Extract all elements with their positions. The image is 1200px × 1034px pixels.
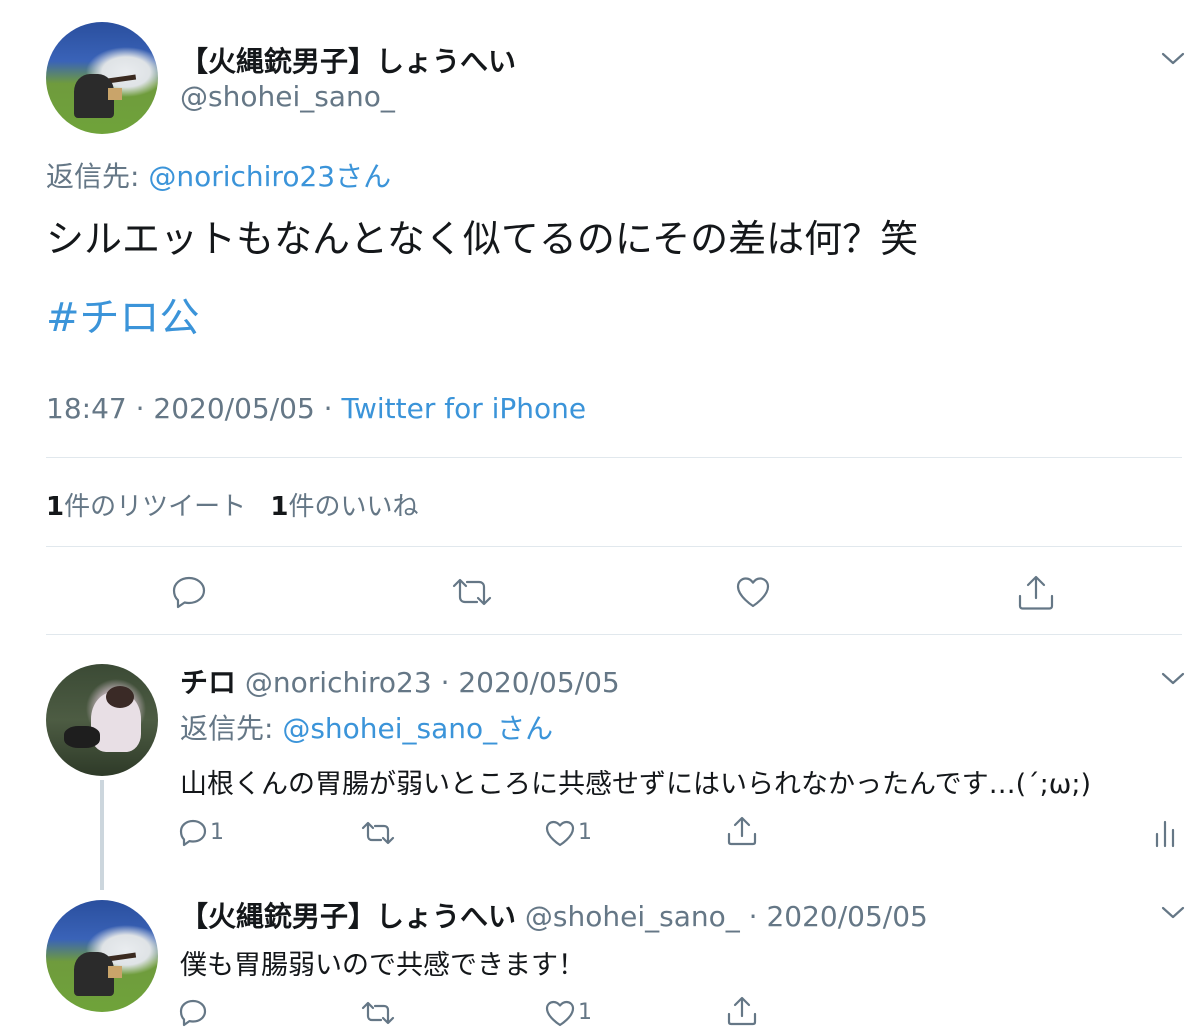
retweet-icon[interactable] (360, 998, 396, 1028)
reply-text: 僕も胃腸弱いので共感できます！ (180, 950, 585, 981)
retweet-icon[interactable] (360, 818, 396, 848)
reply-to-prefix: 返信先: (180, 712, 283, 745)
retweet-icon[interactable] (450, 574, 494, 610)
reply-display-name[interactable]: チロ (180, 666, 236, 699)
author-handle[interactable]: @shohei_sano_ (180, 80, 395, 113)
retweet-stat[interactable]: 1件のリツイート (46, 492, 254, 522)
divider (46, 457, 1182, 458)
reply-to-prefix: 返信先: (46, 160, 149, 193)
chevron-down-icon[interactable] (1160, 50, 1186, 68)
reply-icon[interactable] (178, 998, 208, 1028)
reply-to-line: 返信先: @shohei_sano_さん (180, 707, 553, 747)
like-label: 件のいいね (288, 492, 419, 522)
hashtag-link[interactable]: #チロ公 (46, 285, 200, 343)
tweet-text: シルエットもなんとなく似てるのにその差は何？笑 (46, 217, 919, 261)
like-stat[interactable]: 1件のいいね (270, 492, 418, 522)
like-icon[interactable] (544, 818, 576, 848)
share-icon[interactable] (726, 816, 758, 848)
like-icon[interactable] (734, 574, 772, 610)
like-icon[interactable] (544, 998, 576, 1028)
engagement-stats: 1件のリツイート 1件のいいね (46, 486, 418, 523)
reply-handle-date[interactable]: @shohei_sano_ · 2020/05/05 (525, 900, 928, 933)
retweet-label: 件のリツイート (64, 492, 247, 522)
divider (46, 546, 1182, 547)
chevron-down-icon[interactable] (1160, 670, 1186, 688)
reply-icon[interactable] (178, 818, 208, 848)
author-avatar[interactable] (46, 22, 158, 134)
reply-author-avatar[interactable] (46, 664, 158, 776)
reply-header: 【火縄銃男子】しょうへい @shohei_sano_ · 2020/05/05 (180, 895, 928, 935)
chevron-down-icon[interactable] (1160, 904, 1186, 922)
divider (46, 634, 1182, 635)
reply-count: 1 (210, 820, 224, 845)
reply-handle-date[interactable]: @norichiro23 · 2020/05/05 (245, 666, 620, 699)
like-count: 1 (270, 492, 289, 522)
share-icon[interactable] (1016, 574, 1056, 612)
tweet-timestamp[interactable]: 18:47 · 2020/05/05 · (46, 392, 341, 425)
tweet-detail-page: 【火縄銃男子】しょうへい @shohei_sano_ 返信先: @norichi… (0, 0, 1200, 1034)
share-icon[interactable] (726, 996, 758, 1028)
tweet-meta: 18:47 · 2020/05/05 · Twitter for iPhone (46, 392, 586, 425)
like-count: 1 (578, 820, 592, 845)
analytics-icon[interactable] (1153, 818, 1177, 848)
reply-to-line: 返信先: @norichiro23さん (46, 155, 391, 195)
reply-display-name[interactable]: 【火縄銃男子】しょうへい (180, 900, 516, 933)
reply-icon[interactable] (170, 574, 208, 610)
reply-author-avatar[interactable] (46, 900, 158, 1012)
like-count: 1 (578, 1000, 592, 1025)
reply-to-handle[interactable]: @shohei_sano_さん (282, 712, 553, 745)
tweet-source[interactable]: Twitter for iPhone (341, 392, 586, 425)
reply-header: チロ @norichiro23 · 2020/05/05 (180, 661, 620, 701)
author-display-name[interactable]: 【火縄銃男子】しょうへい (180, 40, 516, 80)
reply-text: 山根くんの胃腸が弱いところに共感せずにはいられなかったんです…(´;ω;) (180, 769, 1092, 800)
thread-line (100, 780, 104, 890)
retweet-count: 1 (46, 492, 65, 522)
reply-to-handle[interactable]: @norichiro23さん (148, 160, 391, 193)
